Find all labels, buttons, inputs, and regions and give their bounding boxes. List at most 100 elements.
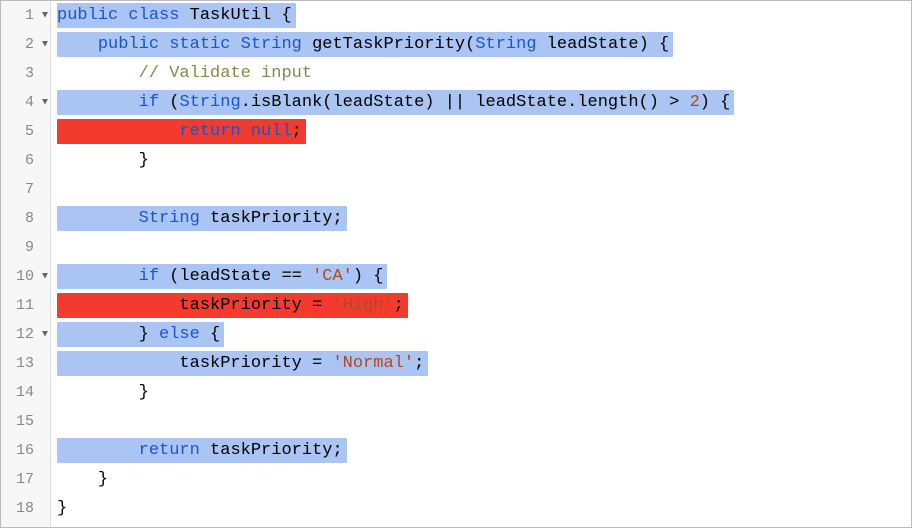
code-line: return null;	[57, 117, 911, 146]
keyword-token: static	[169, 35, 230, 54]
brace-token: }	[139, 151, 149, 170]
paren-token: (	[465, 35, 475, 54]
keyword-token: class	[128, 6, 179, 25]
gutter-row: 7	[1, 175, 50, 204]
semicolon-token: ;	[292, 122, 302, 141]
code-line: }	[57, 465, 911, 494]
fold-icon[interactable]: ▼	[42, 329, 48, 340]
indent	[57, 64, 139, 83]
line-number: 13	[16, 355, 48, 372]
gutter-row: 15	[1, 407, 50, 436]
comment-token: // Validate input	[139, 64, 312, 83]
brace-token: {	[281, 6, 291, 25]
number-token: 2	[690, 93, 700, 112]
gutter-row: 18	[1, 494, 50, 523]
keyword-token: public	[57, 6, 118, 25]
indent	[57, 325, 139, 344]
line-number: 3	[25, 65, 48, 82]
gutter-row: 5	[1, 117, 50, 146]
gutter-row: 8	[1, 204, 50, 233]
brace-token: }	[139, 325, 159, 344]
gutter-row: 3	[1, 59, 50, 88]
line-number: 8	[25, 210, 48, 227]
operator-token: >	[659, 93, 690, 112]
keyword-token: else	[159, 325, 200, 344]
fold-icon[interactable]: ▼	[42, 271, 48, 282]
assign-token: taskPriority =	[179, 354, 332, 373]
dot-token: .	[241, 93, 251, 112]
paren-token: (	[159, 93, 179, 112]
code-line: taskPriority = 'Normal';	[57, 349, 911, 378]
coverage-highlight-red: return null;	[57, 119, 306, 144]
keyword-token: if	[139, 93, 159, 112]
code-line: } else {	[57, 320, 911, 349]
line-number: 17	[16, 471, 48, 488]
gutter-row: 6	[1, 146, 50, 175]
semicolon-token: ;	[414, 354, 424, 373]
tail-token: {	[200, 325, 220, 344]
null-token: null	[251, 122, 292, 141]
method-token: getTaskPriority	[312, 35, 465, 54]
fold-icon[interactable]: ▼	[42, 10, 48, 21]
var-token: taskPriority;	[200, 209, 343, 228]
line-number: 14	[16, 384, 48, 401]
indent	[57, 354, 179, 373]
coverage-highlight-blue: public static String getTaskPriority(Str…	[57, 32, 673, 57]
coverage-highlight-blue: if (leadState == 'CA') {	[57, 264, 387, 289]
args-token: (leadState)	[322, 93, 434, 112]
indent	[57, 470, 98, 489]
string-token: 'Normal'	[332, 354, 414, 373]
string-token: 'CA'	[312, 267, 353, 286]
coverage-highlight-blue: if (String.isBlank(leadState) || leadSta…	[57, 90, 734, 115]
gutter-row: 11	[1, 291, 50, 320]
type-token: String	[475, 35, 536, 54]
gutter-row: 16	[1, 436, 50, 465]
fold-icon[interactable]: ▼	[42, 39, 48, 50]
code-line: if (String.isBlank(leadState) || leadSta…	[57, 88, 911, 117]
coverage-highlight-blue: taskPriority = 'Normal';	[57, 351, 428, 376]
method-token: isBlank	[251, 93, 322, 112]
line-number: 18	[16, 500, 48, 517]
operator-token: ||	[435, 93, 476, 112]
space	[241, 122, 251, 141]
indent	[57, 93, 139, 112]
keyword-token: return	[179, 122, 240, 141]
code-line	[57, 175, 911, 204]
expr-token: (leadState ==	[159, 267, 312, 286]
coverage-highlight-blue: } else {	[57, 322, 224, 347]
tail-token: ) {	[700, 93, 731, 112]
code-area[interactable]: public class TaskUtil { public static St…	[51, 1, 911, 527]
gutter-row: 1▼	[1, 1, 50, 30]
line-number: 11	[16, 297, 48, 314]
coverage-highlight-red: taskPriority = 'High';	[57, 293, 408, 318]
expr-token: leadState.length()	[475, 93, 659, 112]
indent	[57, 122, 179, 141]
gutter-row: 4▼	[1, 88, 50, 117]
code-line: taskPriority = 'High';	[57, 291, 911, 320]
indent	[57, 296, 179, 315]
gutter-row: 14	[1, 378, 50, 407]
brace-token: }	[57, 499, 67, 518]
indent	[57, 267, 139, 286]
gutter-row: 17	[1, 465, 50, 494]
string-token: 'High'	[332, 296, 393, 315]
code-line	[57, 407, 911, 436]
assign-token: taskPriority =	[179, 296, 332, 315]
gutter-row: 13	[1, 349, 50, 378]
class-name-token: TaskUtil	[190, 6, 272, 25]
coverage-highlight-blue: return taskPriority;	[57, 438, 347, 463]
indent	[57, 35, 98, 54]
code-line: return taskPriority;	[57, 436, 911, 465]
gutter: 1▼ 2▼ 3 4▼ 5 6 7 8 9 10▼ 11 12▼ 13 14 15…	[1, 1, 51, 527]
fold-icon[interactable]: ▼	[42, 97, 48, 108]
coverage-highlight-blue: public class TaskUtil {	[57, 3, 296, 28]
type-token: String	[179, 93, 240, 112]
code-line: String taskPriority;	[57, 204, 911, 233]
param-token: leadState	[547, 35, 639, 54]
code-line: public class TaskUtil {	[57, 1, 911, 30]
tail-token: ) {	[353, 267, 384, 286]
code-line: }	[57, 494, 911, 523]
indent	[57, 383, 139, 402]
gutter-row: 9	[1, 233, 50, 262]
code-editor: 1▼ 2▼ 3 4▼ 5 6 7 8 9 10▼ 11 12▼ 13 14 15…	[0, 0, 912, 528]
